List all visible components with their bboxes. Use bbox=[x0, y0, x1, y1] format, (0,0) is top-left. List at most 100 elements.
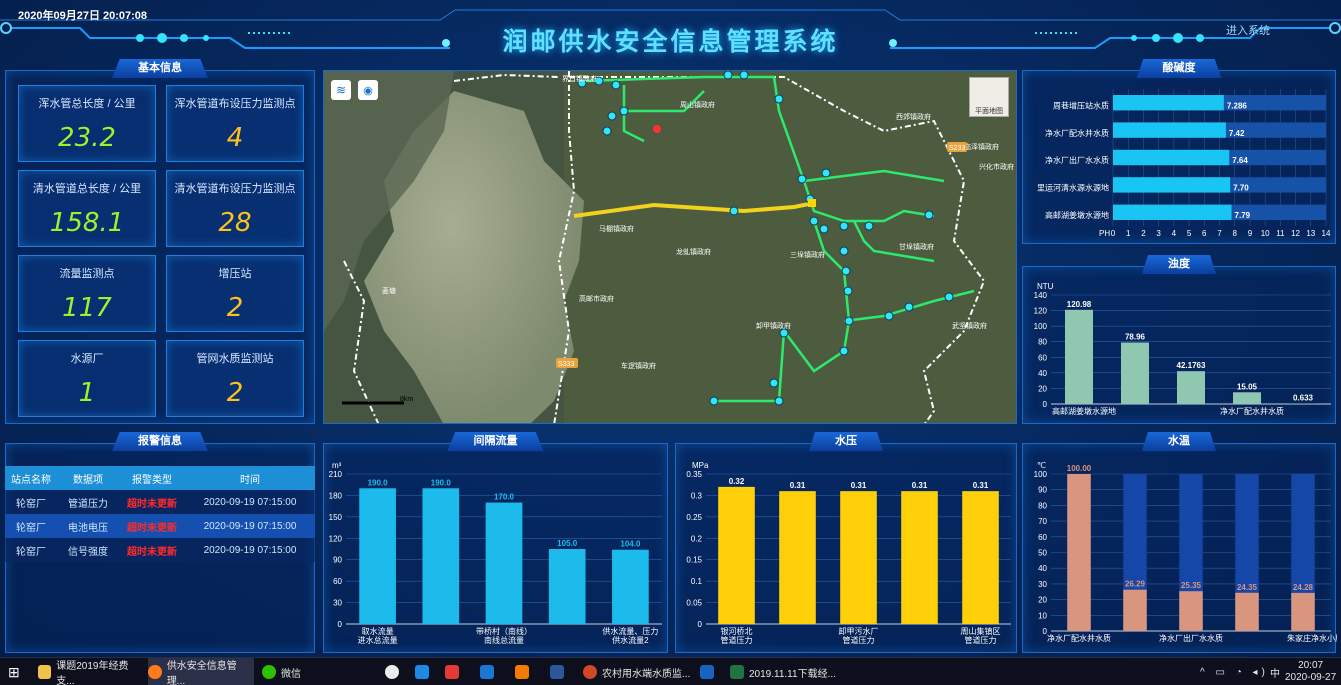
category-label: 周巷增压站水质 bbox=[1053, 100, 1109, 110]
bar bbox=[1121, 342, 1149, 404]
y-tick-label: 0.35 bbox=[686, 470, 702, 479]
pressure-chart: 0 0.05 0.1 0.15 0.2 0.25 0.3 0.35MPa 0.32 0.31 0.3… bbox=[686, 461, 1011, 645]
panel-title-pressure: 水压 bbox=[809, 432, 883, 451]
ime-indicator[interactable]: 中 bbox=[1270, 658, 1280, 685]
bar bbox=[1113, 149, 1230, 166]
bar bbox=[1067, 474, 1091, 631]
data-label: 0.31 bbox=[851, 481, 867, 490]
x-category-label: 管道压力 bbox=[965, 635, 997, 645]
data-label: 100.00 bbox=[1067, 464, 1092, 473]
taskbar-item-excel[interactable]: 2019.11.11下载经... bbox=[730, 658, 840, 685]
x-category-label: 管道压力 bbox=[721, 635, 753, 645]
y-tick-label: 70 bbox=[1038, 517, 1047, 526]
y-tick-label: 0.25 bbox=[686, 513, 702, 522]
col-time: 时间 bbox=[240, 474, 260, 486]
data-label: 0.633 bbox=[1293, 394, 1314, 403]
sync-icon bbox=[480, 665, 494, 679]
svg-text:S333: S333 bbox=[558, 361, 574, 368]
panel-title-ph: 酸碱度 bbox=[1136, 59, 1222, 78]
stat-label: 清水管道总长度 / 公里 bbox=[32, 183, 142, 195]
svg-text:西郊镇政府: 西郊镇政府 bbox=[896, 112, 931, 121]
bar bbox=[1113, 177, 1231, 193]
layers-button[interactable]: ≋ bbox=[331, 80, 351, 100]
stat-card: 管网水质监测站 2 bbox=[166, 340, 304, 417]
layers-icon: ≋ bbox=[335, 83, 347, 97]
col-item: 数据项 bbox=[73, 474, 103, 486]
table-row[interactable]: 轮窑厂 信号强度 超时未更新 2020-09-19 07:15:00 bbox=[5, 538, 315, 562]
taskbar-word[interactable] bbox=[550, 658, 569, 685]
y-tick-label: 150 bbox=[329, 513, 343, 522]
y-tick-label: 140 bbox=[1034, 291, 1048, 300]
map-view[interactable]: 界首镇政府 周山镇政府 西郊镇政府 临泽镇政府 兴化市政府 马棚镇政府 龙虬镇政… bbox=[323, 70, 1017, 424]
bar bbox=[718, 486, 755, 624]
category-label: 净水厂配水井水质 bbox=[1045, 128, 1109, 138]
enter-system-link[interactable]: 进入系统 bbox=[1226, 22, 1270, 38]
stat-card: 清水管道布设压力监测点 28 bbox=[166, 170, 304, 247]
data-label: 0.31 bbox=[912, 481, 928, 490]
y-tick-label: 0.15 bbox=[686, 556, 702, 565]
taskbar-app[interactable] bbox=[515, 658, 534, 685]
table-row[interactable]: 轮窑厂 管道压力 超时未更新 2020-09-19 07:15:00 bbox=[5, 490, 315, 514]
data-label: 0.31 bbox=[790, 481, 806, 490]
panel-title-alarm: 报警信息 bbox=[112, 432, 208, 451]
taskbar-item-ppt[interactable]: 农村用水端水质监... bbox=[583, 658, 693, 685]
powerpoint-icon bbox=[583, 665, 597, 679]
bar bbox=[962, 491, 999, 624]
taskbar-app[interactable] bbox=[445, 658, 464, 685]
stat-card: 增压站 2 bbox=[166, 255, 304, 332]
table-row[interactable]: 轮窑厂 电池电压 超时未更新 2020-09-19 07:15:00 bbox=[5, 514, 315, 538]
y-tick-label: 80 bbox=[1038, 338, 1047, 347]
data-label: 7.42 bbox=[1229, 129, 1245, 138]
base-map-label: 平面地图 bbox=[975, 108, 1003, 115]
stat-label: 管网水质监测站 bbox=[196, 353, 274, 365]
y-axis-label: NTU bbox=[1037, 282, 1054, 291]
start-button[interactable]: ⊞ bbox=[8, 658, 20, 685]
stat-card: 浑水管总长度 / 公里 23.2 bbox=[18, 85, 156, 162]
svg-text:兴化市政府: 兴化市政府 bbox=[979, 162, 1014, 171]
category-label: 里运河清水源水源地 bbox=[1037, 183, 1109, 193]
taskbar-app[interactable] bbox=[480, 658, 499, 685]
y-tick-label: 60 bbox=[333, 577, 342, 586]
x-tick-label: 14 bbox=[1322, 229, 1331, 238]
word-icon bbox=[550, 665, 564, 679]
y-tick-label: 50 bbox=[1038, 549, 1047, 558]
svg-text:临泽镇政府: 临泽镇政府 bbox=[964, 142, 999, 151]
y-tick-label: 30 bbox=[1038, 580, 1047, 589]
stat-label: 清水管道布设压力监测点 bbox=[174, 183, 296, 195]
taskbar-item-browser[interactable]: 供水安全信息管理... bbox=[148, 658, 254, 685]
stat-label: 水源厂 bbox=[70, 353, 104, 365]
satellite-map: 界首镇政府 周山镇政府 西郊镇政府 临泽镇政府 兴化市政府 马棚镇政府 龙虬镇政… bbox=[324, 71, 1016, 423]
taskbar-label: 课题2019年经费支... bbox=[56, 661, 129, 685]
taskbar-label: 2019.11.11下载经... bbox=[749, 668, 836, 680]
clock[interactable]: 20:07 2020-09-27 bbox=[1285, 658, 1336, 685]
bar bbox=[359, 488, 396, 624]
datetime: 2020年09月27日 20:07:08 bbox=[18, 10, 148, 22]
taskbar-qq[interactable] bbox=[385, 658, 404, 685]
app-red-icon bbox=[445, 665, 459, 679]
base-map-toggle[interactable]: 平面地图 bbox=[969, 77, 1009, 117]
taskbar-item-wechat[interactable]: 微信 bbox=[262, 658, 322, 685]
x-tick-label: 7 bbox=[1217, 229, 1222, 238]
data-label: 7.64 bbox=[1232, 156, 1248, 165]
taskbar-app[interactable] bbox=[700, 658, 719, 685]
locate-button[interactable]: ◉ bbox=[358, 80, 378, 100]
taskbar-item-folder[interactable]: 课题2019年经费支... bbox=[38, 658, 142, 685]
taskbar-app[interactable] bbox=[415, 658, 434, 685]
bar bbox=[548, 549, 586, 624]
bar bbox=[1065, 309, 1093, 404]
y-tick-label: 0.3 bbox=[691, 491, 703, 500]
svg-text:车逻镇政府: 车逻镇政府 bbox=[621, 361, 656, 370]
data-label: 104.0 bbox=[620, 540, 641, 549]
page-title: 润邮供水安全信息管理系统 bbox=[502, 28, 839, 56]
y-tick-label: 0 bbox=[1043, 400, 1048, 409]
data-label: 0.31 bbox=[973, 481, 989, 490]
bar bbox=[1177, 371, 1205, 404]
cell-item: 信号强度 bbox=[68, 546, 108, 558]
stat-value: 2 bbox=[226, 378, 244, 408]
system-tray[interactable]: ^ ▭ ◔ ◂) bbox=[1200, 658, 1269, 685]
tray-icons: ^ ▭ ◔ ◂) bbox=[1200, 666, 1269, 678]
clock-time: 20:07 bbox=[1298, 660, 1324, 671]
ph-chart: 0 1 2 3 4 5 6 7 8 9 10 11 12 13 14PH7.286周巷增压站水质7.42净水… bbox=[1037, 89, 1331, 238]
x-category-label: 银河桥北 bbox=[721, 626, 753, 636]
y-tick-label: 0 bbox=[698, 620, 703, 629]
